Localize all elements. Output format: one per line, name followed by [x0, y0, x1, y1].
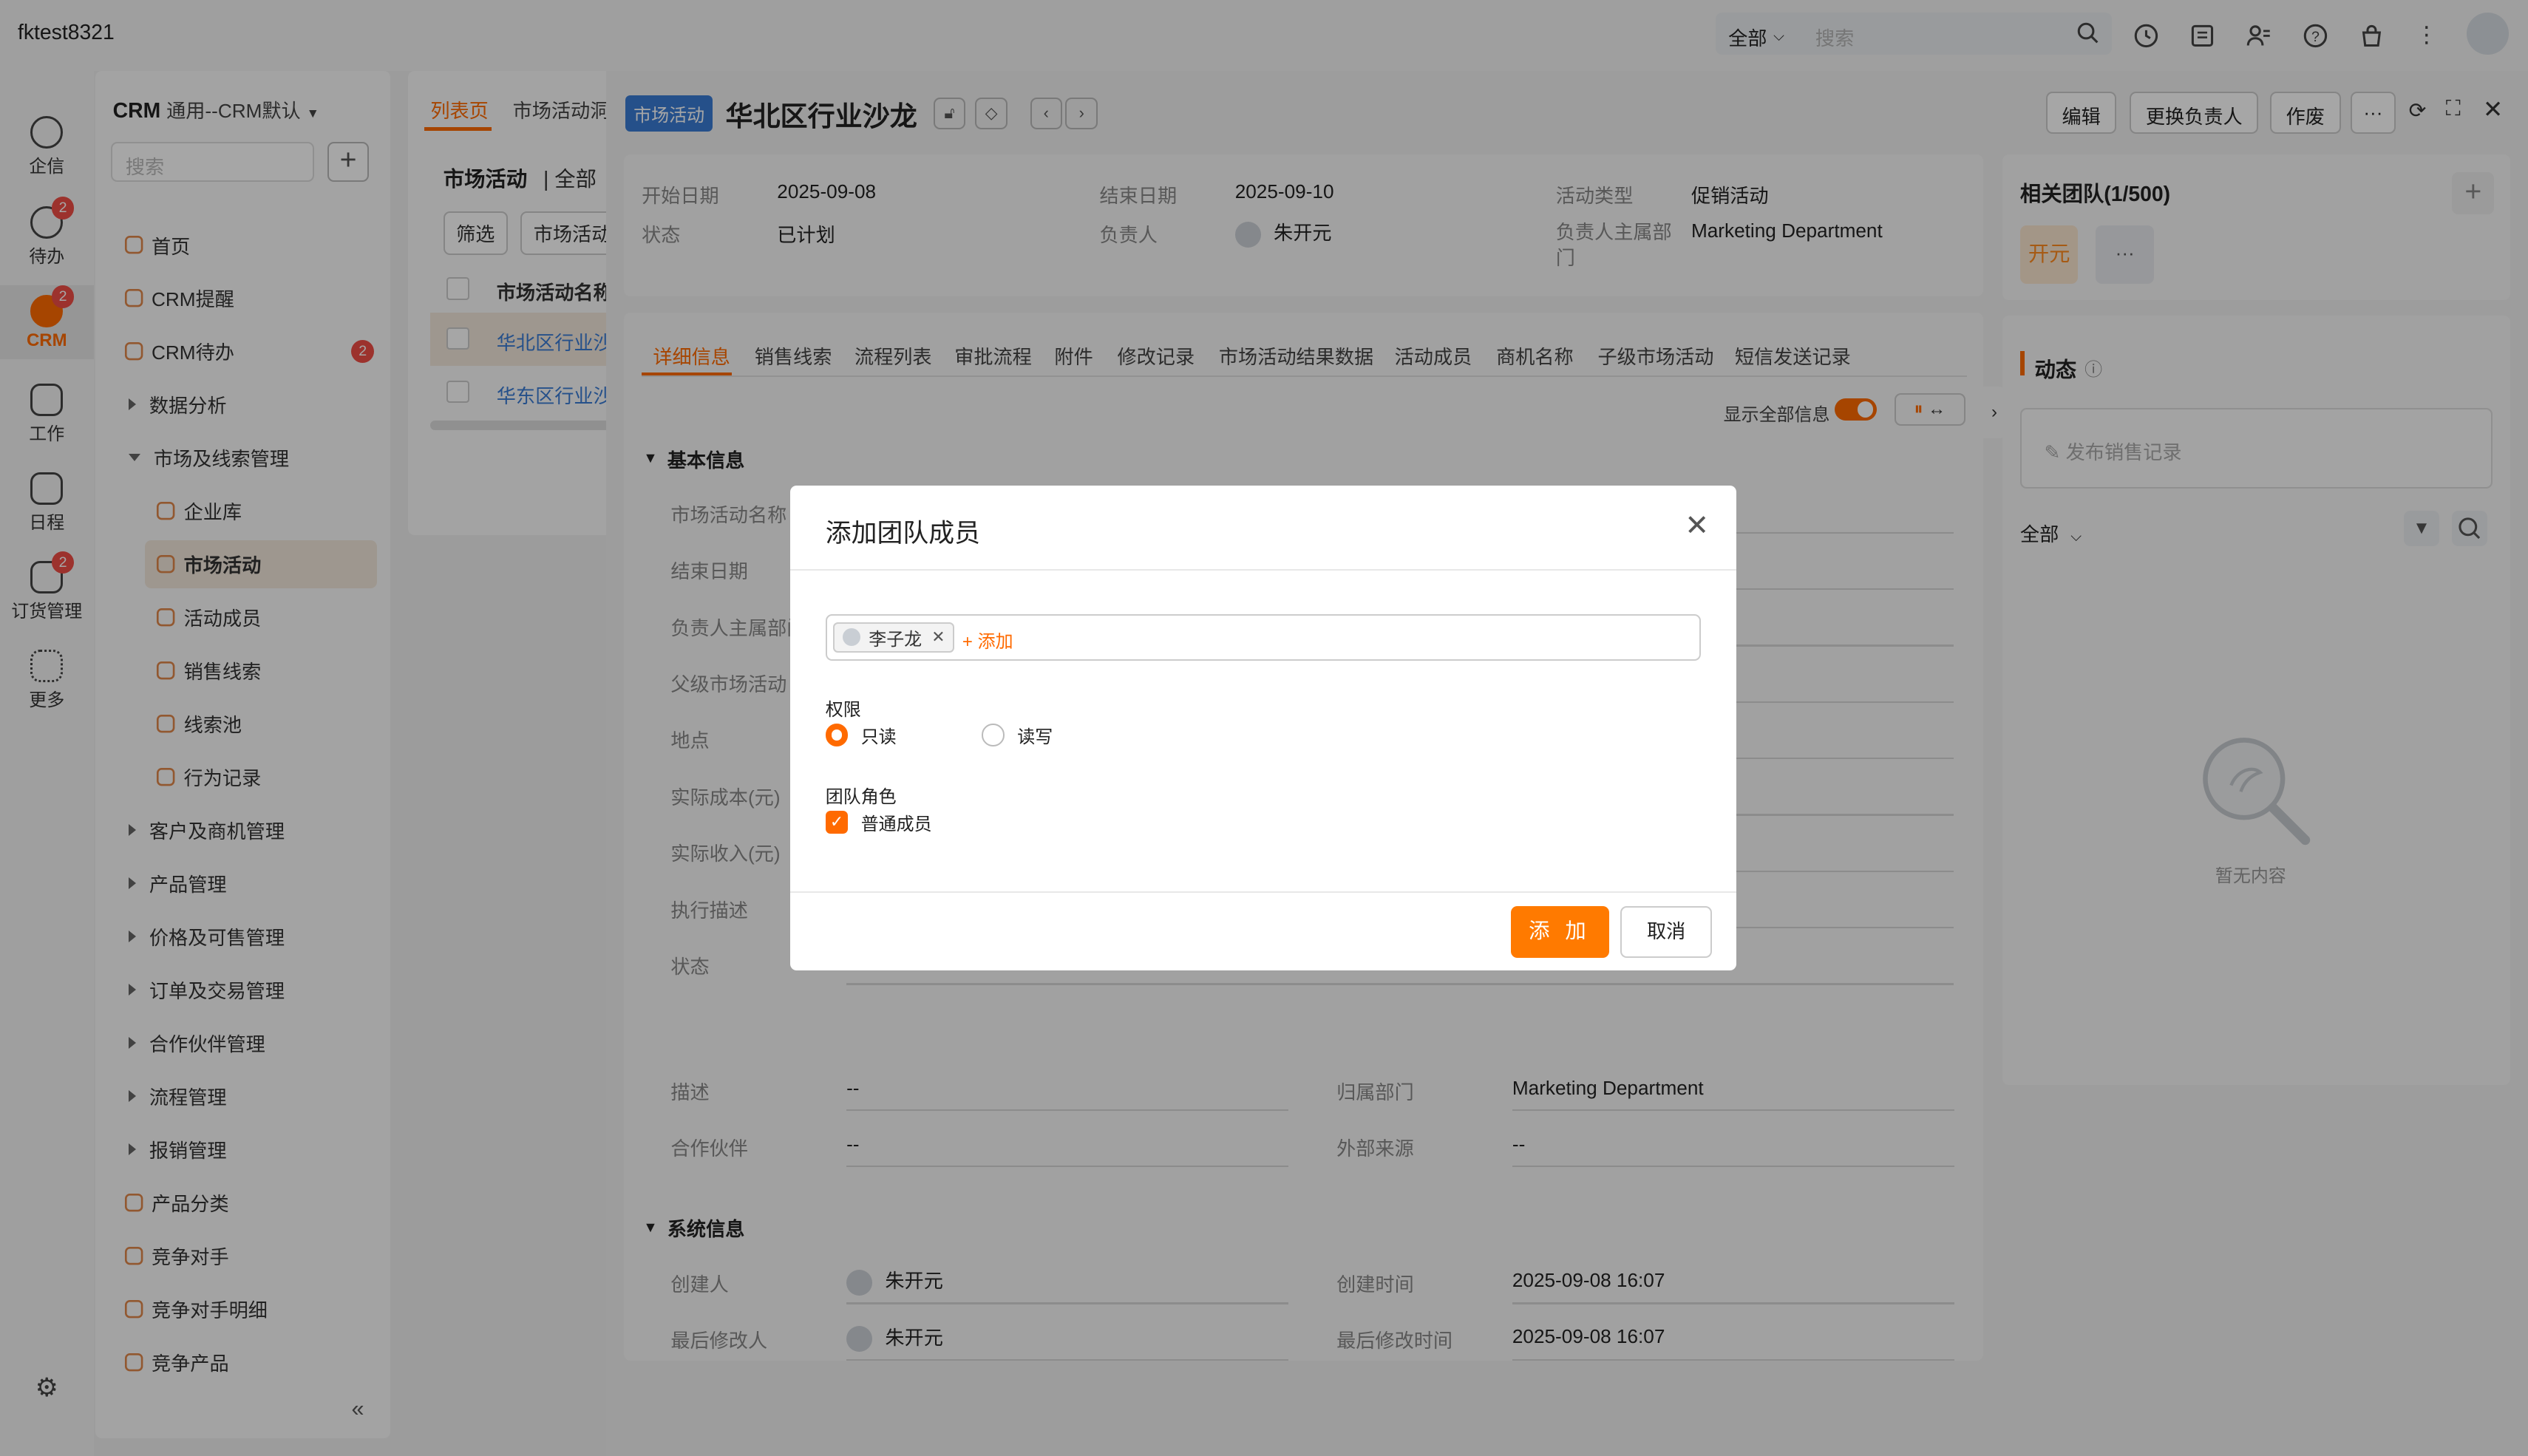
permission-label: 权限 — [825, 700, 861, 721]
radio-readonly[interactable]: 只读 — [825, 722, 897, 748]
member-picker[interactable]: 李子龙 ✕ + 添加 — [825, 614, 1702, 661]
role-checkbox[interactable]: ✓ 普通成员 — [825, 809, 932, 835]
selected-member-name: 李子龙 — [869, 629, 922, 650]
checkmark-icon: ✓ — [825, 811, 849, 834]
radio-label: 只读 — [860, 727, 897, 748]
add-member-link[interactable]: + 添加 — [962, 627, 1013, 653]
remove-chip-icon[interactable]: ✕ — [931, 627, 945, 647]
checkbox-label: 普通成员 — [860, 814, 932, 834]
selected-member-chip: 李子龙 ✕ — [833, 622, 955, 653]
dialog-close-icon[interactable]: ✕ — [1685, 509, 1709, 542]
radio-label: 读写 — [1017, 727, 1053, 748]
add-team-member-dialog: 添加团队成员 ✕ 李子龙 ✕ + 添加 权限 只读 读写 团队角色 ✓ 普通成员 … — [789, 485, 1737, 971]
dialog-header-divider — [789, 568, 1737, 571]
dialog-title: 添加团队成员 — [825, 518, 980, 548]
cancel-button[interactable]: 取消 — [1620, 905, 1713, 958]
avatar — [843, 628, 861, 647]
dialog-footer-divider — [789, 891, 1737, 894]
confirm-add-button[interactable]: 添 加 — [1510, 905, 1609, 958]
radio-icon — [982, 724, 1005, 746]
radio-icon — [825, 724, 849, 746]
role-label: 团队角色 — [825, 786, 897, 807]
radio-readwrite[interactable]: 读写 — [982, 722, 1053, 748]
